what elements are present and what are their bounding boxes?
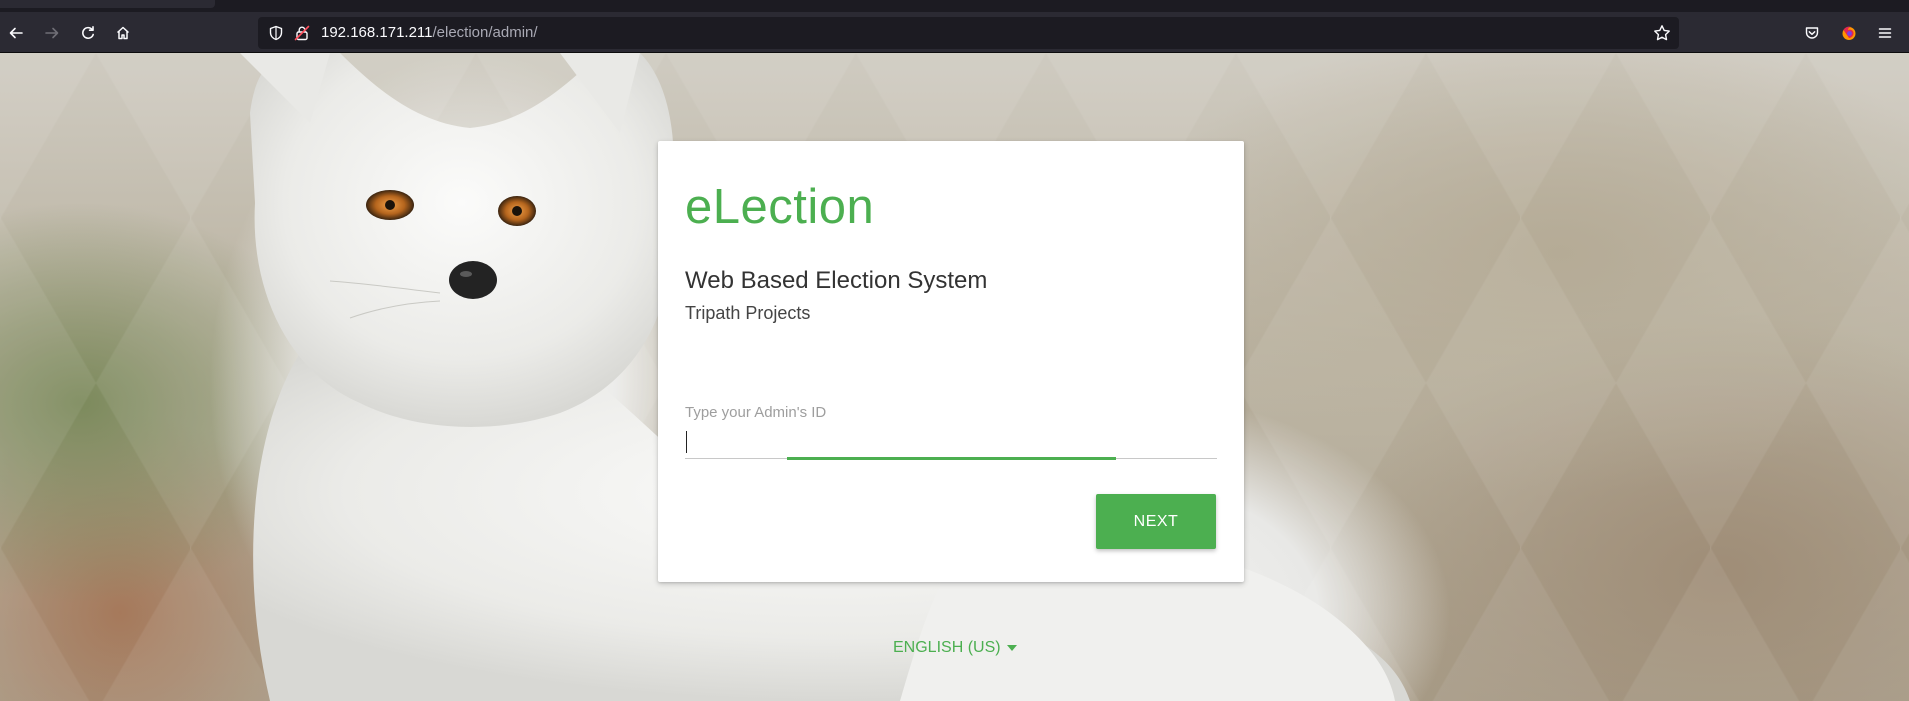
url-text[interactable]: 192.168.171.211/election/admin/ [321, 24, 538, 42]
active-tab[interactable] [0, 0, 215, 8]
insecure-lock-icon[interactable] [294, 25, 310, 41]
caret-down-icon [1006, 645, 1017, 651]
reload-button[interactable] [75, 20, 101, 46]
pocket-icon [1805, 27, 1819, 39]
next-button[interactable]: NEXT [1096, 494, 1216, 549]
arrow-right-icon [45, 27, 59, 39]
shield-icon[interactable] [268, 25, 284, 41]
text-caret [686, 431, 687, 453]
forward-button[interactable] [39, 20, 65, 46]
extension-button[interactable] [1838, 22, 1860, 44]
language-label: ENGLISH (US) [893, 639, 1001, 656]
pocket-button[interactable] [1801, 22, 1823, 44]
reload-icon [82, 26, 94, 39]
admin-id-label: Type your Admin's ID [685, 404, 827, 421]
admin-id-input[interactable] [685, 422, 1217, 456]
admin-id-focus-underline [787, 457, 1116, 460]
page-viewport: eLection Web Based Election System Tripa… [0, 53, 1909, 701]
back-button[interactable] [3, 20, 29, 46]
url-bar[interactable]: 192.168.171.211/election/admin/ [258, 17, 1679, 49]
star-icon[interactable] [1653, 24, 1671, 42]
hamburger-menu-icon [1878, 28, 1892, 38]
url-path: /election/admin/ [432, 24, 538, 41]
login-card: eLection Web Based Election System Tripa… [658, 141, 1244, 582]
arrow-left-icon [9, 27, 23, 39]
url-host: 192.168.171.211 [321, 24, 433, 41]
firefox-extension-icon [1842, 26, 1856, 40]
language-selector[interactable]: ENGLISH (US) [893, 639, 1017, 657]
app-subtitle: Web Based Election System [685, 267, 988, 294]
tab-strip [0, 0, 1909, 12]
home-icon [116, 26, 130, 40]
app-menu-button[interactable] [1874, 22, 1896, 44]
app-brand-title: eLection [685, 180, 875, 234]
browser-toolbar: 192.168.171.211/election/admin/ [0, 12, 1909, 53]
organization-name: Tripath Projects [685, 303, 811, 323]
home-button[interactable] [110, 20, 136, 46]
